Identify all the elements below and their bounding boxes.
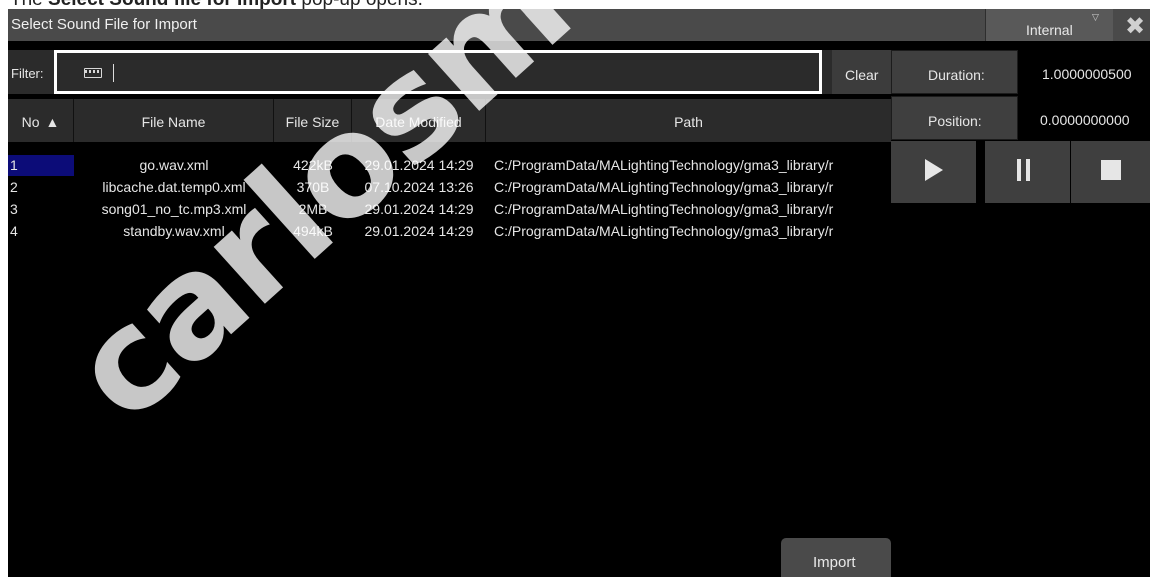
close-icon: ✖ xyxy=(1125,13,1146,40)
column-header-file-name[interactable]: File Name xyxy=(74,99,274,142)
duration-value: 1.0000000500 xyxy=(1042,66,1132,82)
cell-file-size: 2MB xyxy=(298,201,328,217)
cell-file-name: go.wav.xml xyxy=(139,157,209,173)
cell-file-size: 370B xyxy=(296,179,330,195)
table-row[interactable]: 1 go.wav.xml 422kB 29.01.2024 14:29 C:/P… xyxy=(8,155,891,176)
clear-button[interactable]: Clear xyxy=(832,50,891,94)
cell-file-name: standby.wav.xml xyxy=(123,223,225,239)
column-header-label: Path xyxy=(674,114,703,130)
position-label: Position: xyxy=(928,113,982,129)
screenshot-root: The Select Sound file for Import pop-up … xyxy=(0,0,1150,577)
clear-button-label: Clear xyxy=(845,67,879,83)
cell-no: 4 xyxy=(10,223,18,239)
position-value: 0.0000000000 xyxy=(1040,112,1130,128)
pause-button[interactable] xyxy=(985,141,1070,203)
cell-no: 2 xyxy=(10,179,18,195)
column-header-label: File Size xyxy=(285,114,340,130)
title-bar: Select Sound File for Import Internal ▽ … xyxy=(8,9,1150,41)
cell-no: 3 xyxy=(10,201,18,217)
position-label-cell: Position: xyxy=(891,96,1018,140)
cell-date-modified: 07.10.2024 13:26 xyxy=(364,179,474,195)
column-header-label: Date Modified xyxy=(375,114,462,130)
cell-path: C:/ProgramData/MALightingTechnology/gma3… xyxy=(494,201,834,217)
table-row[interactable]: 4 standby.wav.xml 494kB 29.01.2024 14:29… xyxy=(8,221,891,242)
column-header-path[interactable]: Path xyxy=(486,99,891,142)
column-header-date-modified[interactable]: Date Modified xyxy=(352,99,486,142)
cell-file-size: 422kB xyxy=(293,157,333,173)
pause-icon xyxy=(1017,159,1030,181)
close-button[interactable]: ✖ xyxy=(1113,9,1150,41)
filter-label: Filter: xyxy=(11,66,44,81)
cell-date-modified: 29.01.2024 14:29 xyxy=(364,201,474,217)
play-button[interactable] xyxy=(891,141,976,203)
cell-file-name: song01_no_tc.mp3.xml xyxy=(101,201,247,217)
resize-grip-icon[interactable] xyxy=(1132,565,1150,577)
table-row[interactable]: 2 libcache.dat.temp0.xml 370B 07.10.2024… xyxy=(8,177,891,198)
source-internal-button[interactable]: Internal ▽ xyxy=(985,9,1113,41)
table-row[interactable]: 3 song01_no_tc.mp3.xml 2MB 29.01.2024 14… xyxy=(8,199,891,220)
cell-file-size: 494kB xyxy=(293,223,333,239)
duration-value-cell: 1.0000000500 xyxy=(1018,50,1150,94)
stop-icon xyxy=(1101,160,1121,180)
import-button[interactable]: Import xyxy=(781,538,891,577)
cell-date-modified: 29.01.2024 14:29 xyxy=(364,223,474,239)
select-sound-file-popup: Select Sound File for Import Internal ▽ … xyxy=(8,9,1150,577)
cell-path: C:/ProgramData/MALightingTechnology/gma3… xyxy=(494,179,834,195)
cell-path: C:/ProgramData/MALightingTechnology/gma3… xyxy=(494,157,834,173)
keyboard-icon[interactable] xyxy=(84,68,102,78)
play-icon xyxy=(925,159,943,181)
duration-label: Duration: xyxy=(928,67,985,83)
text-cursor xyxy=(113,64,114,82)
cell-no: 1 xyxy=(10,157,18,173)
position-value-cell: 0.0000000000 xyxy=(1018,96,1150,140)
filter-row: Filter: Clear xyxy=(8,50,891,94)
column-header-file-size[interactable]: File Size xyxy=(274,99,352,142)
column-header-label: File Name xyxy=(141,114,206,130)
window-title: Select Sound File for Import xyxy=(11,16,197,33)
filter-input[interactable] xyxy=(54,50,822,94)
stop-button[interactable] xyxy=(1071,141,1150,203)
column-header-label: No xyxy=(21,114,40,130)
cell-path: C:/ProgramData/MALightingTechnology/gma3… xyxy=(494,223,834,239)
duration-label-cell: Duration: xyxy=(891,50,1018,94)
sort-ascending-icon: ▲ xyxy=(45,114,60,130)
column-header-no[interactable]: No ▲ xyxy=(8,99,74,142)
table-header: No ▲ File Name File Size Date Modified Pa… xyxy=(8,99,891,142)
import-button-label: Import xyxy=(813,554,856,571)
source-button-label: Internal xyxy=(1026,22,1073,38)
cell-file-name: libcache.dat.temp0.xml xyxy=(102,179,246,195)
cell-date-modified: 29.01.2024 14:29 xyxy=(364,157,474,173)
dropdown-indicator-icon: ▽ xyxy=(1092,12,1099,22)
